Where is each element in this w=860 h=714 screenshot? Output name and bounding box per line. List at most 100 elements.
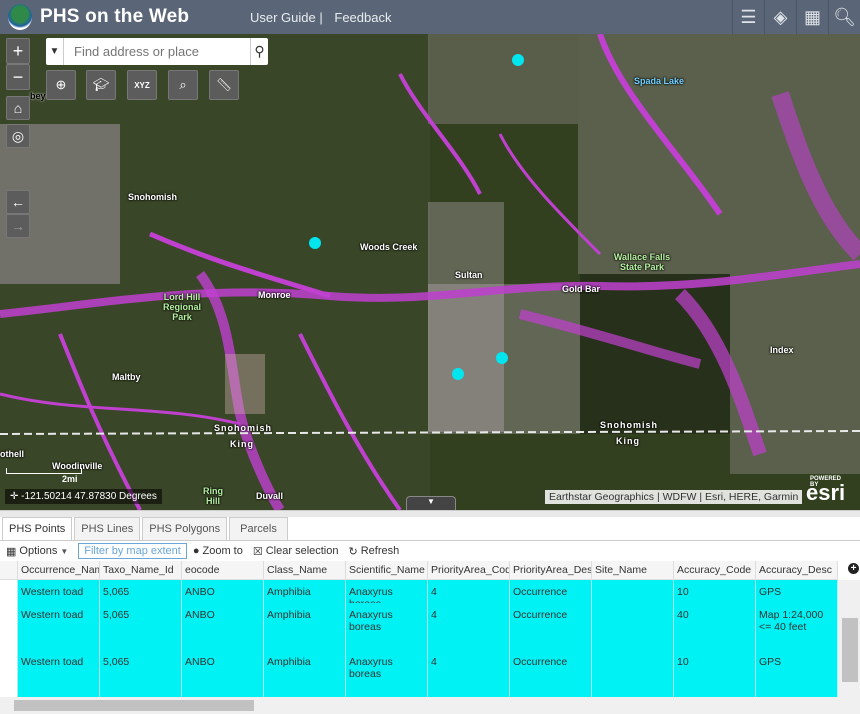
row-selector[interactable] [0,650,18,697]
home-button[interactable]: ⌂ [6,96,30,120]
table-row[interactable]: Western toad5,065ANBOAmphibiaAnaxyrus bo… [0,603,838,650]
map-label: Snohomish [128,192,177,202]
table-cell: Western toad [18,580,100,603]
column-header[interactable]: PriorityArea_Desc [510,561,592,579]
table-row[interactable]: Western toad5,065ANBOAmphibiaAnaxyrus bo… [0,580,838,603]
select-zoom-button[interactable]: ⌕ [168,70,198,100]
layers-icon[interactable]: ◈ [764,0,796,34]
options-button[interactable]: ▦ Options ▼ [6,545,68,558]
table-cell: Amphibia [264,650,346,697]
tab-phs-points[interactable]: PHS Points [2,517,73,540]
vertical-scrollbar[interactable] [838,580,860,697]
table-cell: Anaxyrus boreas [346,603,428,650]
phs-point-marker [496,352,508,364]
attribute-table: Occurrence_Nam Taxo_Name_Id eocode Class_Na… [0,561,838,697]
app-title: PHS on the Web [40,6,190,27]
column-header[interactable]: Accuracy_Code [674,561,756,579]
zoom-to-button[interactable]: ● Zoom to [193,545,243,557]
table-cell: 10 [674,650,756,697]
refresh-button[interactable]: ↻ Refresh [349,545,400,558]
clear-selection-button[interactable]: ☒ Clear selection [253,545,339,558]
map-pin-icon: ● [192,545,200,557]
crosshair-icon[interactable]: ✛ [10,491,21,502]
scroll-thumb[interactable] [842,618,858,682]
column-header[interactable]: Accuracy_Desc [756,561,838,579]
table-cell: ANBO [182,650,264,697]
wdfw-logo [8,4,32,30]
panel-splitter[interactable] [0,510,860,517]
add-column-icon[interactable]: + [848,563,859,574]
arrow-right-icon: → [11,218,25,234]
xyz-coordinate-button[interactable]: XYZ [127,70,157,100]
column-header[interactable]: eocode [182,561,264,579]
app-header: PHS on the Web User Guide | Feedback ☰ ◈… [0,0,860,34]
tab-phs-lines[interactable]: PHS Lines [74,517,141,540]
refresh-icon: ↻ [348,545,358,558]
table-cell: 4 [428,650,510,697]
map-imagery [0,34,860,510]
map-label: Ring Hill [203,486,223,506]
row-selector[interactable] [0,580,18,603]
filter-by-map-extent-button[interactable]: Filter by map extent [78,543,187,559]
search-source-dropdown[interactable]: ▼ [46,38,64,65]
legend-icon[interactable]: ☰ [732,0,764,34]
tab-phs-polygons[interactable]: PHS Polygons [142,517,228,540]
locate-button[interactable]: ◎ [6,124,30,148]
table-header: Occurrence_Nam Taxo_Name_Id eocode Class_Na… [0,561,838,580]
feedback-link[interactable]: Feedback [334,10,391,25]
zoom-in-button[interactable]: + [6,38,30,64]
education-icon: 🎓︎ [92,77,110,92]
phs-point-marker [512,54,524,66]
column-header[interactable]: Scientific_Name [346,561,428,579]
map-label: Maltby [112,372,141,382]
basemap-gallery-icon[interactable]: ▦ [796,0,828,34]
add-data-button[interactable]: ⊕ [46,70,76,100]
zoom-out-button[interactable]: − [6,64,30,90]
next-extent-button[interactable]: → [6,214,30,238]
column-header[interactable]: PriorityArea_Code [428,561,510,579]
table-cell: Amphibia [264,603,346,650]
education-button[interactable]: 🎓︎ [86,70,116,100]
select-zoom-icon: ⌕ [179,77,187,92]
search-icon: ⚲ [254,43,265,59]
tab-parcels[interactable]: Parcels [229,517,288,540]
coordinate-readout: ✛ -121.50214 47.87830 Degrees [5,489,162,504]
table-cell: GPS [756,580,838,603]
map-label: Snohomish [214,423,272,433]
column-header[interactable]: Class_Name [264,561,346,579]
search-button[interactable]: ⚲ [250,38,268,65]
row-selector[interactable] [0,603,18,650]
home-icon: ⌂ [13,100,23,116]
scroll-thumb[interactable] [14,700,254,711]
table-row[interactable]: Western toad5,065ANBOAmphibiaAnaxyrus bo… [0,650,838,697]
map-label: Woods Creek [360,242,418,252]
scale-label: 2mi [62,474,78,484]
previous-extent-button[interactable]: ← [6,190,30,214]
search-input[interactable] [64,38,250,65]
table-cell: Occurrence [510,580,592,603]
attribute-table-tabs: PHS Points PHS Lines PHS Polygons Parcel… [0,517,290,540]
phs-search-icon[interactable]: 🔍︎ [828,0,860,34]
phs-point-marker [309,237,321,249]
table-cell: Map 1:24,000 <= 40 feet [756,603,838,650]
user-guide-link[interactable]: User Guide | [250,10,323,25]
table-cell: 4 [428,603,510,650]
table-cell: Amphibia [264,580,346,603]
toggle-attribute-table-button[interactable]: ▼ [406,496,456,510]
horizontal-scrollbar[interactable] [0,697,860,714]
row-indicator-header [0,561,18,579]
column-header[interactable]: Taxo_Name_Id [100,561,182,579]
table-cell [592,580,674,603]
column-header[interactable]: Occurrence_Nam [18,561,100,579]
attribution: Earthstar Geographics | WDFW | Esri, HER… [545,490,803,504]
map-label: King [616,436,640,446]
phs-point-marker [452,368,464,380]
column-header[interactable]: Site_Name [592,561,674,579]
table-cell: ANBO [182,603,264,650]
table-cell: Occurrence [510,650,592,697]
map-label: Index [770,345,794,355]
table-cell: ANBO [182,580,264,603]
map-view[interactable]: bey Snohomish Woods Creek Sultan Gold Ba… [0,34,860,510]
esri-logo: POWERED BY esri [806,476,846,505]
measure-button[interactable]: 📏︎ [209,70,239,100]
